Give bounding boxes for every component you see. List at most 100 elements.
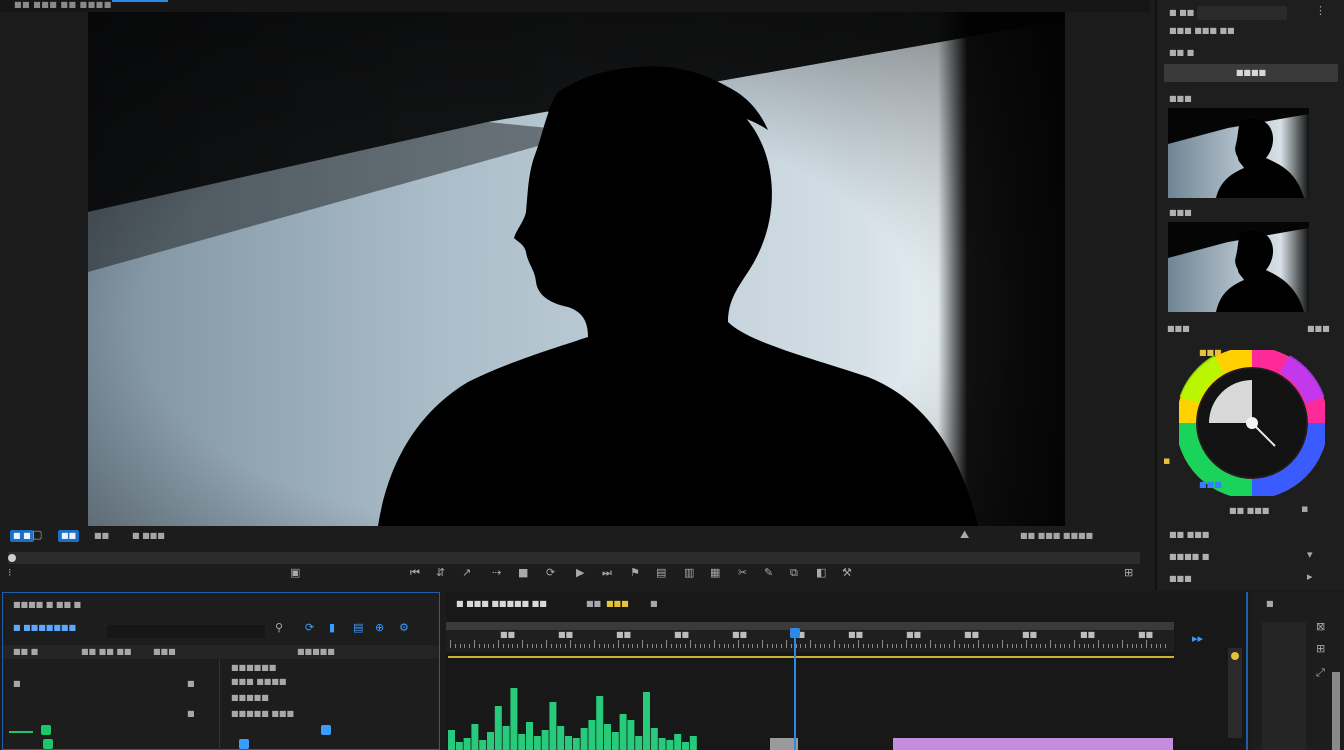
mini-panel-list[interactable] bbox=[1262, 622, 1306, 750]
inspector-option-4[interactable]: ■■■ bbox=[1169, 574, 1192, 583]
export-frame-icon[interactable]: ▤ bbox=[656, 566, 666, 580]
preview-thumbnail-1[interactable] bbox=[1168, 108, 1309, 198]
color-wheel-options[interactable]: ■■■ bbox=[1307, 324, 1330, 333]
ruler-tick bbox=[992, 644, 994, 648]
timeline-title[interactable]: ■ ■■■ ■■■■■ ■■ bbox=[456, 599, 547, 608]
overwrite-icon[interactable]: ⇢ bbox=[492, 566, 501, 580]
menu-icon[interactable]: ⋮ bbox=[1315, 4, 1326, 18]
bookmark-icon[interactable]: ▮ bbox=[329, 621, 335, 635]
list-icon[interactable]: ▤ bbox=[353, 621, 363, 635]
column-d[interactable]: ■■■■■ bbox=[297, 647, 335, 656]
step-forward-icon[interactable]: ⏭ bbox=[602, 566, 612, 580]
drag-handle-icon[interactable]: ⁝ bbox=[8, 566, 12, 580]
ruler-tick bbox=[810, 640, 811, 648]
dropdown-icon[interactable]: ▾ bbox=[1307, 548, 1313, 562]
mini-scrollbar[interactable] bbox=[1332, 672, 1340, 750]
project-item-3[interactable]: ■■■■■ bbox=[231, 693, 269, 702]
marker-icon[interactable]: ⚑ bbox=[630, 566, 640, 580]
menu-text[interactable]: ■■ ■■■ ■■ ■■■■ bbox=[14, 0, 112, 9]
scrub-bar[interactable] bbox=[8, 552, 1140, 564]
volume-handle[interactable] bbox=[1231, 652, 1239, 660]
mark-in-icon[interactable]: ▣ bbox=[290, 566, 300, 580]
expand-icon[interactable]: ▸ bbox=[1307, 570, 1313, 584]
layout-icon[interactable]: ▢ bbox=[32, 528, 42, 542]
ruler-tick bbox=[1050, 640, 1051, 648]
waveform-bar bbox=[549, 702, 557, 750]
inspector-panel: ■ ■■ ■ ⋮ ■■■ ■■■ ■■ ■■ ■ ■■■■ ■■■ ■■■ ■■… bbox=[1155, 0, 1344, 590]
jump-icon[interactable]: ⇵ bbox=[436, 566, 445, 580]
loop-icon[interactable]: ⟳ bbox=[546, 566, 555, 580]
ruler-tick bbox=[1126, 644, 1128, 648]
settings-icon[interactable]: ⚙ bbox=[399, 621, 409, 635]
step-back-icon[interactable]: ⏮ bbox=[410, 566, 420, 580]
play-icon[interactable]: ▶ bbox=[576, 566, 584, 580]
timeline-ruler[interactable]: ■■■■■■■■■■■■■■■■■■■■■■■■ bbox=[446, 622, 1174, 652]
preview-thumbnail-2[interactable] bbox=[1168, 222, 1309, 312]
ruler-tick bbox=[685, 644, 687, 648]
ruler-tick bbox=[954, 640, 955, 648]
column-c[interactable]: ■■■ bbox=[153, 647, 176, 656]
checkbox-icon[interactable]: ▪ bbox=[1301, 502, 1308, 516]
pin-icon[interactable]: ⚲ bbox=[275, 621, 283, 635]
volume-slider[interactable] bbox=[1228, 648, 1242, 738]
ruler-tick bbox=[934, 644, 936, 648]
project-item-1[interactable]: ■■■■■■ bbox=[231, 663, 276, 672]
timeline-tab-4[interactable]: ■ bbox=[650, 599, 658, 608]
column-a[interactable]: ■■ ■ bbox=[13, 647, 38, 656]
ruler-tick bbox=[733, 644, 735, 648]
compare-icon[interactable]: ◧ bbox=[816, 566, 826, 580]
project-search-input[interactable] bbox=[107, 625, 265, 638]
audio-waveform[interactable] bbox=[448, 676, 708, 750]
monitor-tag-2[interactable]: ■■ bbox=[58, 530, 80, 542]
insert-icon[interactable]: ↗ bbox=[462, 566, 471, 580]
refresh-icon[interactable]: ⟳ bbox=[305, 621, 314, 635]
ruler-tick bbox=[1155, 644, 1157, 648]
add-button-icon[interactable]: ⊞ bbox=[1124, 566, 1133, 580]
mountain-icon[interactable]: ⛰ bbox=[960, 528, 969, 542]
mini-close-icon[interactable]: ⊠ bbox=[1316, 620, 1325, 634]
project-path[interactable]: ■ ■■■■■■■ bbox=[13, 623, 76, 632]
ruler-tick bbox=[603, 644, 605, 648]
waveform-bar bbox=[463, 738, 471, 750]
inspector-field[interactable] bbox=[1197, 6, 1287, 20]
pen-icon[interactable]: ✎ bbox=[764, 566, 773, 580]
playhead[interactable] bbox=[794, 628, 796, 750]
inspector-option-1[interactable]: ■■ ■■■ bbox=[1229, 506, 1269, 515]
ruler-tick bbox=[738, 640, 739, 648]
ruler-tick bbox=[1059, 644, 1061, 648]
project-item-2[interactable]: ■■■ ■■■■ bbox=[231, 677, 286, 686]
mini-option-icon[interactable]: ⊞ bbox=[1316, 642, 1325, 656]
button-editor-icon[interactable]: ▥ bbox=[684, 566, 694, 580]
camera-icon[interactable]: ⧉ bbox=[790, 566, 798, 580]
link-icon[interactable]: ⊕ bbox=[375, 621, 384, 635]
program-monitor[interactable] bbox=[88, 12, 1065, 526]
lift-icon[interactable]: ▦ bbox=[710, 566, 720, 580]
wrench-icon[interactable]: ⚒ bbox=[842, 566, 852, 580]
monitor-tag-1[interactable]: ■ ■ bbox=[10, 530, 34, 542]
project-item-4[interactable]: ■■■■■ ■■■ bbox=[231, 709, 294, 718]
ruler-tick bbox=[843, 644, 845, 648]
color-wheel[interactable] bbox=[1179, 350, 1325, 496]
timeline-tab-2[interactable]: ■■ bbox=[586, 599, 601, 608]
timeline-tab-3[interactable]: ■■■ bbox=[606, 599, 629, 608]
scrub-handle[interactable] bbox=[8, 554, 16, 562]
waveform-bar bbox=[588, 720, 596, 750]
row-icon-1: ■ bbox=[13, 679, 21, 688]
ruler-tick bbox=[1054, 644, 1056, 648]
inspector-option-2[interactable]: ■■ ■■■ bbox=[1169, 530, 1209, 539]
audio-meter-icon[interactable]: ▸▸ bbox=[1192, 632, 1203, 646]
stop-icon[interactable]: ■ bbox=[518, 566, 528, 580]
apply-button[interactable]: ■■■■ bbox=[1164, 64, 1338, 82]
ruler-tick bbox=[714, 640, 715, 648]
ruler-label: ■■ bbox=[964, 630, 980, 639]
column-b[interactable]: ■■ ■■ ■■ bbox=[81, 647, 131, 656]
mini-arrow-icon[interactable]: ⤢ bbox=[1316, 666, 1325, 680]
waveform-bar bbox=[580, 728, 588, 750]
row-icon-2: ■ bbox=[187, 679, 195, 688]
razor-icon[interactable]: ✂ bbox=[738, 566, 747, 580]
ruler-tick bbox=[531, 644, 533, 648]
inspector-option-3[interactable]: ■■■■ ■ bbox=[1169, 552, 1209, 561]
thumbnail-image-2 bbox=[1168, 222, 1309, 312]
ruler-tick bbox=[613, 644, 615, 648]
purple-clip[interactable] bbox=[893, 738, 1173, 750]
